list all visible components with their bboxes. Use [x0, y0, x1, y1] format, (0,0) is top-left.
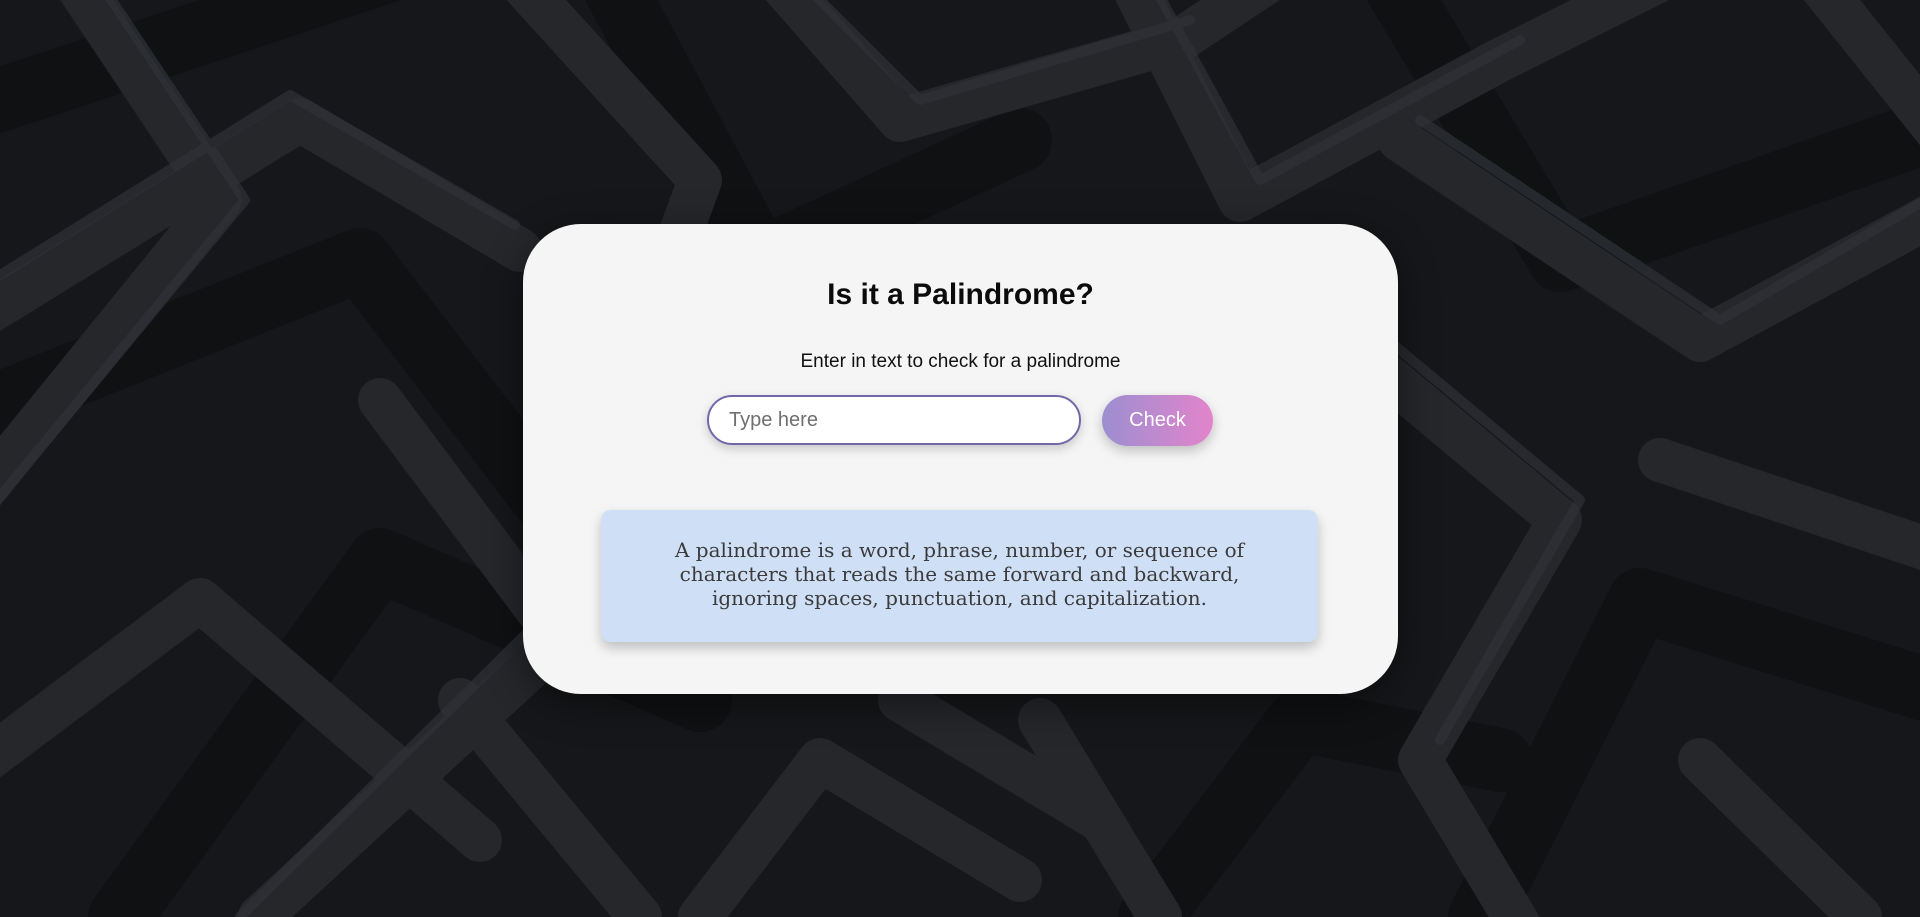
palindrome-definition-box: A palindrome is a word, phrase, number, …	[601, 510, 1318, 642]
page-title: Is it a Palindrome?	[827, 278, 1094, 311]
check-button[interactable]: Check	[1102, 395, 1213, 446]
input-prompt-label: Enter in text to check for a palindrome	[800, 351, 1121, 372]
text-input[interactable]	[707, 395, 1081, 445]
palindrome-card: Is it a Palindrome? Enter in text to che…	[523, 224, 1398, 694]
palindrome-definition-text: A palindrome is a word, phrase, number, …	[674, 538, 1245, 610]
